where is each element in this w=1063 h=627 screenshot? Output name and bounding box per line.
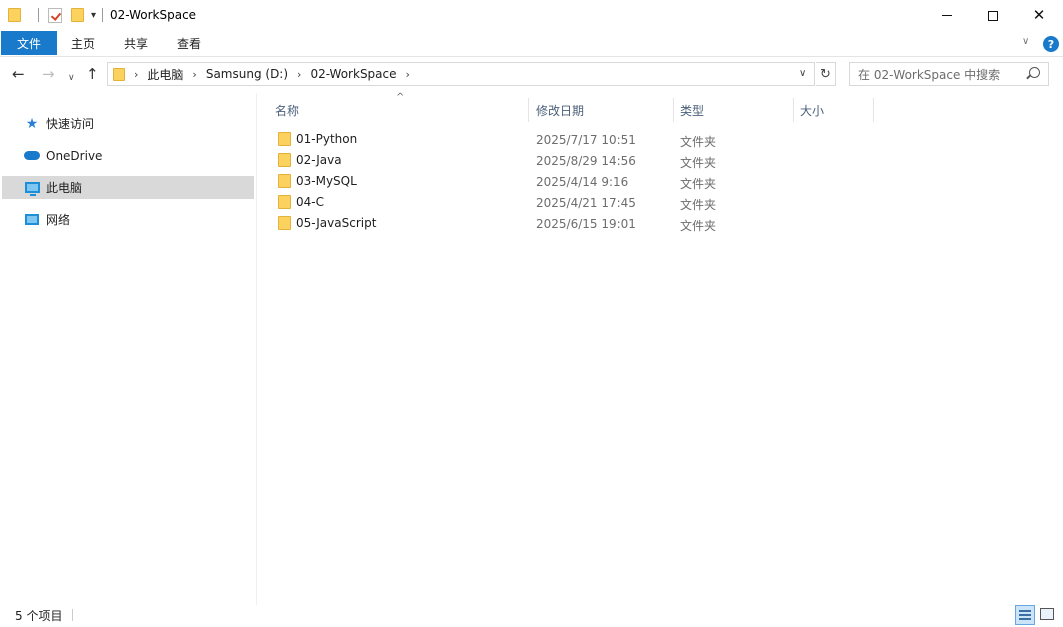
folder-icon xyxy=(278,132,291,146)
file-name: 04-C xyxy=(296,195,324,209)
toolbar-divider xyxy=(102,8,104,22)
breadcrumb-chevron-icon[interactable]: › xyxy=(297,68,301,81)
navigation-pane: ★ 快速访问 OneDrive 此电脑 网络 xyxy=(0,93,257,605)
file-date: 2025/4/21 17:45 xyxy=(536,196,636,210)
maximize-icon xyxy=(988,10,998,21)
file-row[interactable]: 01-Python 2025/7/17 10:51 文件夹 xyxy=(270,129,1050,150)
folder-icon xyxy=(8,8,21,22)
file-date: 2025/6/15 19:01 xyxy=(536,217,636,231)
maximize-button[interactable] xyxy=(970,0,1016,31)
refresh-icon: ↻ xyxy=(820,66,831,82)
close-icon: ✕ xyxy=(1032,6,1046,24)
file-row[interactable]: 02-Java 2025/8/29 14:56 文件夹 xyxy=(270,150,1050,171)
close-button[interactable]: ✕ xyxy=(1016,0,1062,31)
address-bar[interactable]: › 此电脑 › Samsung (D:) › 02-WorkSpace › xyxy=(107,62,815,86)
status-bar: 5 个项目 xyxy=(0,603,1063,627)
expand-ribbon-chevron-icon[interactable]: ∨ xyxy=(1022,36,1029,47)
search-input[interactable]: 在 02-WorkSpace 中搜索 xyxy=(849,62,1049,86)
file-date: 2025/7/17 10:51 xyxy=(536,133,636,147)
sidebar-item-onedrive[interactable]: OneDrive xyxy=(2,144,254,167)
new-folder-icon[interactable] xyxy=(71,8,84,22)
minimize-icon xyxy=(942,15,952,16)
quick-access-toolbar: ▾ xyxy=(8,5,112,25)
folder-icon xyxy=(113,67,125,81)
navigation-bar: ← → ∨ ↑ › 此电脑 › Samsung (D:) › 02-WorkSp… xyxy=(0,58,1063,92)
file-date: 2025/4/14 9:16 xyxy=(536,175,629,189)
file-date: 2025/8/29 14:56 xyxy=(536,154,636,168)
forward-arrow-icon[interactable]: → xyxy=(42,66,55,82)
file-type: 文件夹 xyxy=(680,198,717,212)
folder-icon xyxy=(278,216,291,230)
sidebar-item-this-pc[interactable]: 此电脑 xyxy=(2,176,254,199)
computer-icon xyxy=(24,181,40,196)
column-header-date[interactable]: 修改日期 xyxy=(530,98,674,122)
file-type: 文件夹 xyxy=(680,219,717,233)
search-icon[interactable] xyxy=(1029,67,1040,78)
tab-file[interactable]: 文件 xyxy=(1,31,57,55)
cloud-icon xyxy=(24,149,40,163)
properties-icon[interactable] xyxy=(48,7,62,23)
search-placeholder: 在 02-WorkSpace 中搜索 xyxy=(858,67,1001,82)
file-type: 文件夹 xyxy=(680,135,717,149)
sidebar-item-label: 快速访问 xyxy=(46,117,95,131)
star-icon: ★ xyxy=(25,115,39,132)
file-type: 文件夹 xyxy=(680,177,717,191)
file-name: 02-Java xyxy=(296,153,342,167)
breadcrumb-chevron-icon[interactable]: › xyxy=(192,68,196,81)
column-header-size[interactable]: 大小 xyxy=(794,98,874,122)
breadcrumb-chevron-icon[interactable]: › xyxy=(134,68,138,81)
network-icon xyxy=(24,213,40,227)
file-row[interactable]: 05-JavaScript 2025/6/15 19:01 文件夹 xyxy=(270,213,1050,234)
recent-locations-chevron-icon[interactable]: ∨ xyxy=(68,70,75,86)
sidebar-item-label: OneDrive xyxy=(46,148,103,163)
file-row[interactable]: 04-C 2025/4/21 17:45 文件夹 xyxy=(270,192,1050,213)
minimize-button[interactable] xyxy=(924,0,970,31)
sidebar-item-network[interactable]: 网络 xyxy=(2,208,254,231)
file-name: 05-JavaScript xyxy=(296,216,377,230)
status-divider xyxy=(72,609,73,621)
tab-home[interactable]: 主页 xyxy=(58,31,108,55)
details-view-icon[interactable] xyxy=(1015,605,1035,625)
back-arrow-icon[interactable]: ← xyxy=(12,66,25,82)
window-title: 02-WorkSpace xyxy=(110,8,197,22)
up-arrow-icon[interactable]: ↑ xyxy=(86,66,99,82)
title-bar: ▾ 02-WorkSpace ✕ xyxy=(0,0,1063,31)
tab-share[interactable]: 共享 xyxy=(110,31,162,55)
column-header-type[interactable]: 类型 xyxy=(674,98,794,122)
customize-toolbar-dropdown-icon[interactable]: ▾ xyxy=(91,10,96,21)
file-row[interactable]: 03-MySQL 2025/4/14 9:16 文件夹 xyxy=(270,171,1050,192)
refresh-button[interactable]: ↻ xyxy=(816,62,836,86)
file-name: 03-MySQL xyxy=(296,174,357,188)
folder-icon xyxy=(278,153,291,167)
breadcrumb-current-folder[interactable]: 02-WorkSpace xyxy=(310,67,396,81)
large-icons-view-icon[interactable] xyxy=(1040,608,1054,620)
sidebar-item-quick-access[interactable]: ★ 快速访问 xyxy=(2,112,254,135)
sidebar-item-label: 此电脑 xyxy=(46,181,83,195)
column-header-name[interactable]: 名称 xyxy=(269,98,529,122)
tab-view[interactable]: 查看 xyxy=(164,31,214,55)
sidebar-item-label: 网络 xyxy=(46,213,71,227)
folder-icon xyxy=(278,174,291,188)
breadcrumb-this-pc[interactable]: 此电脑 xyxy=(147,66,183,83)
help-icon[interactable]: ? xyxy=(1043,36,1059,52)
item-count: 5 个项目 xyxy=(15,609,63,623)
file-type: 文件夹 xyxy=(680,156,717,170)
ribbon-tabs: 文件 主页 共享 查看 ∨ ? xyxy=(0,31,1063,57)
toolbar-divider xyxy=(38,8,39,22)
folder-icon xyxy=(278,195,291,209)
breadcrumb-chevron-icon[interactable]: › xyxy=(406,68,410,81)
file-name: 01-Python xyxy=(296,132,358,146)
breadcrumb-drive[interactable]: Samsung (D:) xyxy=(206,67,288,81)
address-dropdown-icon[interactable]: ∨ xyxy=(799,68,806,79)
